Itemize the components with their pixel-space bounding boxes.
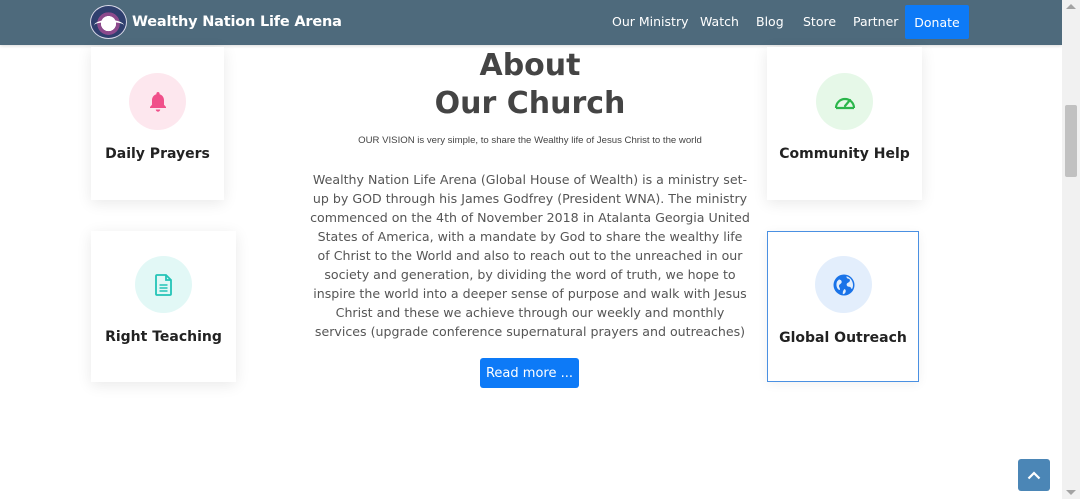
bell-icon-circle (129, 73, 186, 130)
speedometer-icon (834, 97, 855, 109)
nav-partner[interactable]: Partner (853, 14, 898, 29)
card-title: Daily Prayers (105, 146, 210, 162)
about-paragraph: Wealthy Nation Life Arena (Global House … (310, 172, 750, 339)
document-icon (154, 273, 172, 296)
back-to-top-button[interactable] (1018, 459, 1050, 491)
right-teaching-card[interactable]: Right Teaching (91, 231, 236, 382)
scroll-up-arrow-icon[interactable] (1066, 4, 1076, 9)
card-title: Right Teaching (105, 329, 222, 345)
global-outreach-card[interactable]: Global Outreach (767, 231, 919, 382)
scroll-thumb[interactable] (1065, 105, 1077, 177)
globe-icon (833, 274, 854, 295)
bell-icon (149, 91, 166, 112)
nav-our-ministry[interactable]: Our Ministry (612, 14, 688, 29)
speedometer-icon-circle (816, 73, 873, 130)
nav-blog[interactable]: Blog (756, 14, 784, 29)
brand-name: Wealthy Nation Life Arena (132, 14, 342, 30)
chevron-up-icon (1027, 471, 1041, 480)
nav-store[interactable]: Store (803, 14, 836, 29)
church-logo-icon (90, 5, 127, 39)
page-scrollbar[interactable] (1062, 0, 1080, 499)
vision-statement: OUR VISION is very simple, to share the … (358, 135, 702, 146)
globe-icon-circle (815, 256, 872, 313)
daily-prayers-card[interactable]: Daily Prayers (91, 47, 224, 200)
scroll-down-arrow-icon[interactable] (1066, 490, 1076, 495)
read-more-button[interactable]: Read more ... (480, 358, 579, 388)
about-heading: About Our Church (330, 48, 730, 124)
document-icon-circle (135, 256, 192, 313)
top-navbar: Wealthy Nation Life Arena Our Ministry W… (0, 0, 1062, 45)
card-title: Community Help (779, 146, 910, 162)
brand-link[interactable]: Wealthy Nation Life Arena (90, 4, 342, 40)
heading-line-2: Our Church (434, 86, 626, 121)
community-help-card[interactable]: Community Help (767, 47, 922, 200)
card-title: Global Outreach (779, 330, 907, 346)
donate-button[interactable]: Donate (905, 5, 969, 39)
nav-watch[interactable]: Watch (700, 14, 739, 29)
heading-line-1: About (479, 48, 581, 83)
